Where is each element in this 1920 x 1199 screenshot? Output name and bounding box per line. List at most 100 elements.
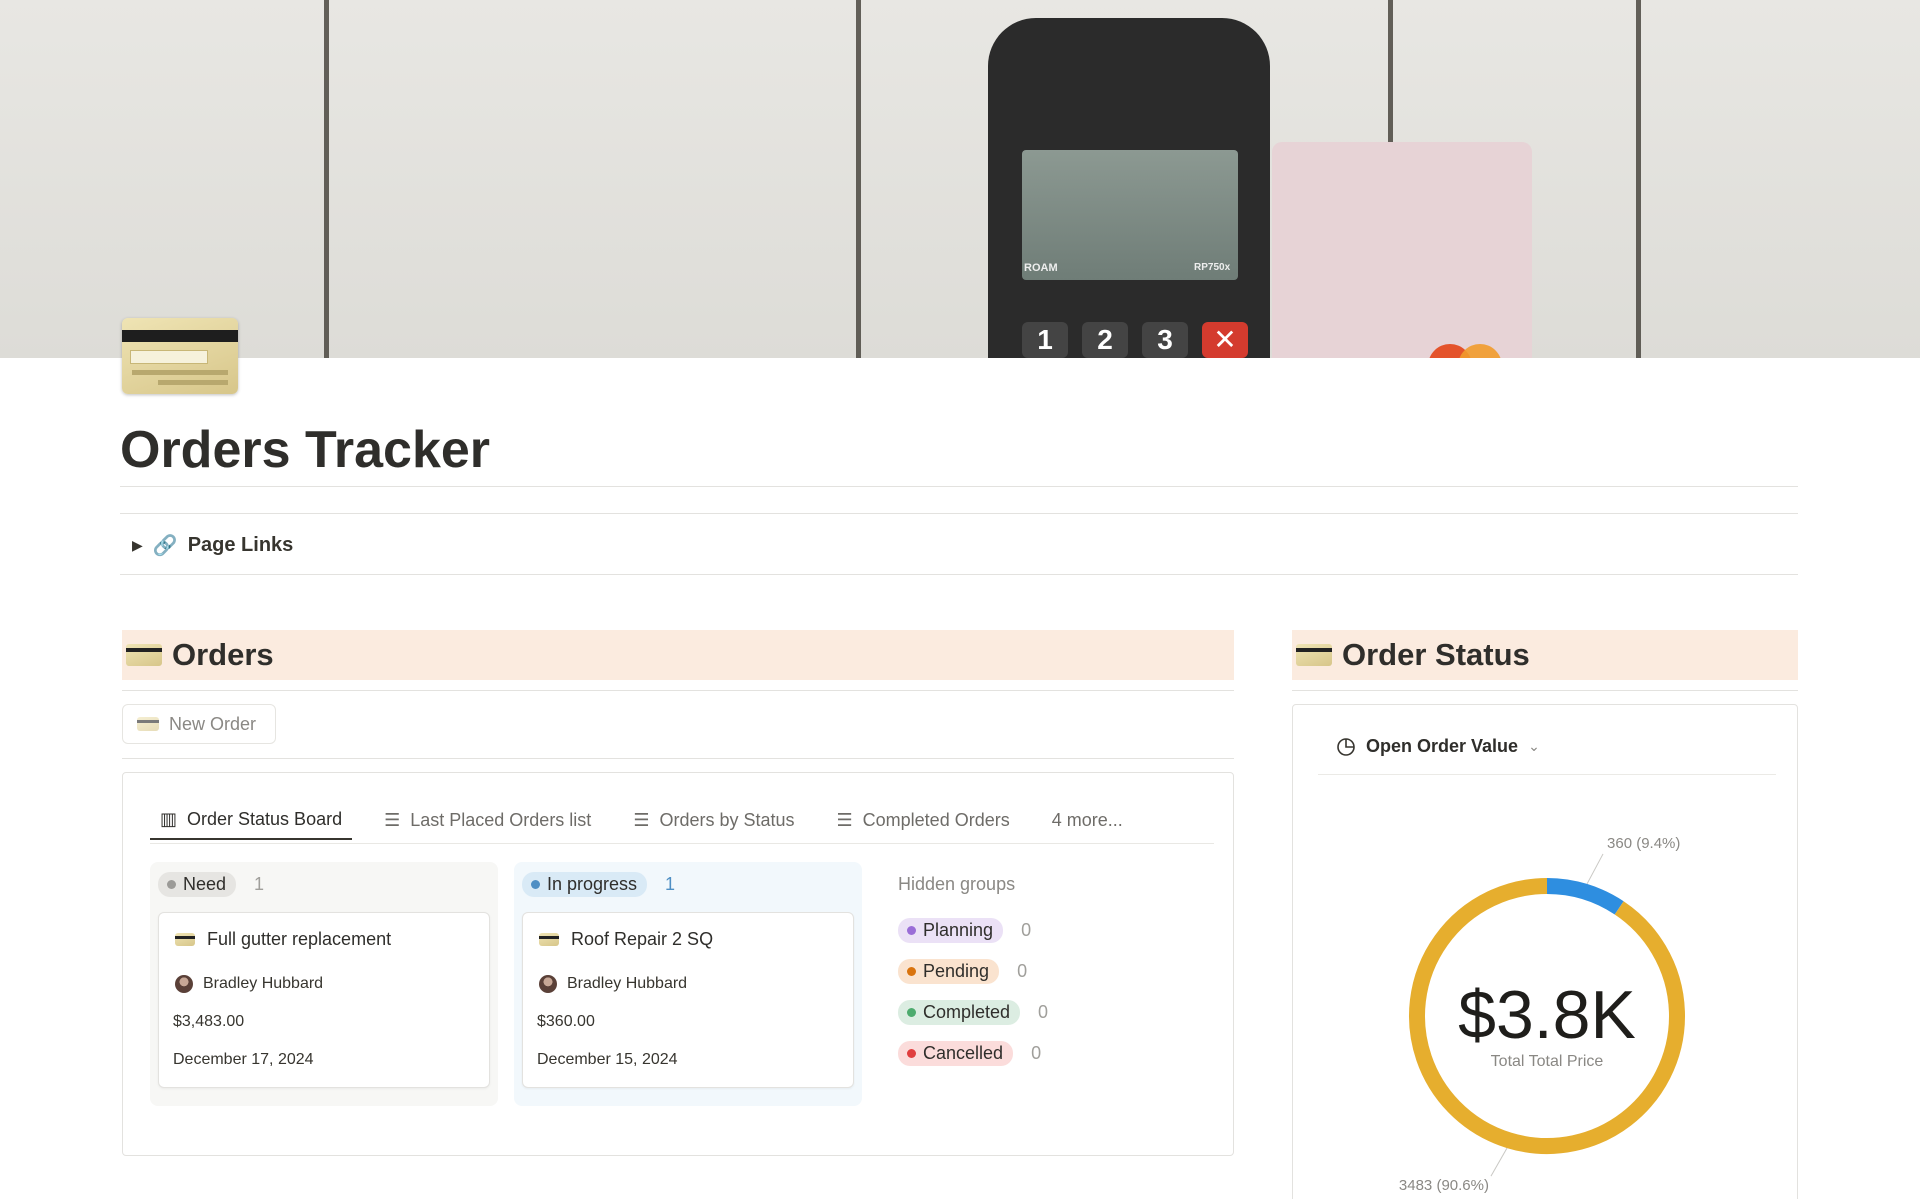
status-pill-need[interactable]: Need [158,872,237,897]
chart-view-selector[interactable]: Open Order Value ⌄ [1336,736,1540,757]
divider [120,513,1798,514]
tab-label: Orders by Status [659,809,795,830]
page-links-label: Page Links [187,533,294,556]
divider [1292,690,1798,691]
list-icon: ☰ [633,809,650,830]
credit-card-icon [126,644,162,666]
column-count: 1 [665,874,676,894]
hidden-group-planning[interactable]: Planning 0 [898,918,1031,943]
list-icon: ☰ [384,809,401,830]
donut-slice-label: 360 (9.4%) [1607,835,1680,852]
group-count: 0 [1017,961,1028,981]
donut-center-value: $3.8K [1458,977,1636,1053]
status-label: Completed [923,1002,1011,1022]
order-price: $360.00 [537,1013,595,1030]
notion-page: ROAM RP750x 1 2 3 ✕ Orders Tracker ▶ 🔗 P… [0,0,1920,1199]
terminal-brand-label: ROAM [1024,262,1058,274]
board-icon: ▥ [160,808,178,829]
hidden-groups-label: Hidden groups [898,874,1016,894]
credit-card-icon [1296,644,1332,666]
status-dot [907,967,916,976]
order-card[interactable]: Full gutter replacement Bradley Hubbard … [158,912,490,1088]
credit-card-icon [539,933,559,946]
hidden-group-pending[interactable]: Pending 0 [898,959,1027,984]
page-title[interactable]: Orders Tracker [120,420,490,480]
donut-slice-in-progress[interactable] [1546,878,1624,915]
chart-view-label: Open Order Value [1366,736,1519,756]
order-status-heading: Order Status [1292,630,1798,680]
pink-card-graphic [1272,142,1532,358]
terminal-key: 2 [1082,322,1128,358]
order-card[interactable]: Roof Repair 2 SQ Bradley Hubbard $360.00… [522,912,854,1088]
tab-label: Completed Orders [862,809,1010,830]
terminal-key: 1 [1022,322,1068,358]
order-title: Roof Repair 2 SQ [571,929,714,949]
tab-completed-orders[interactable]: ☰ Completed Orders [827,800,1020,840]
hidden-group-cancelled[interactable]: Cancelled 0 [898,1041,1041,1066]
new-order-button[interactable]: New Order [122,704,276,744]
list-icon: ☰ [836,809,853,830]
terminal-model-label: RP750x [1194,262,1231,273]
status-dot [531,880,540,889]
tab-label: Order Status Board [187,808,343,829]
credit-card-icon [137,717,159,731]
order-person: Bradley Hubbard [567,975,688,992]
terminal-cancel-key: ✕ [1202,322,1248,358]
tabs-divider [150,843,1214,844]
status-label: Need [183,874,227,894]
donut-center-caption: Total Total Price [1491,1053,1604,1070]
group-count: 0 [1038,1002,1049,1022]
status-pill-completed[interactable]: Completed [898,1000,1021,1025]
status-dot [907,1008,916,1017]
order-price: $3,483.00 [173,1013,245,1030]
tab-orders-by-status[interactable]: ☰ Orders by Status [623,800,804,840]
status-label: Planning [923,920,994,940]
donut-slice-label: 3483 (90.6%) [1399,1177,1489,1194]
status-pill-cancelled[interactable]: Cancelled [898,1041,1014,1066]
order-title: Full gutter replacement [207,929,392,949]
divider [122,690,1234,691]
tab-label: Last Placed Orders list [410,809,592,830]
terminal-key: 3 [1142,322,1188,358]
hidden-group-completed[interactable]: Completed 0 [898,1000,1048,1025]
orders-heading-text: Orders [172,637,274,672]
chevron-down-icon: ⌄ [1528,738,1540,754]
avatar [539,975,557,993]
tab-label: 4 more... [1051,809,1123,830]
tab-more-views[interactable]: 4 more... [1042,800,1133,840]
cover-image: ROAM RP750x 1 2 3 ✕ [0,0,1920,358]
payment-terminal-graphic: ROAM RP750x 1 2 3 ✕ [988,18,1270,358]
order-person: Bradley Hubbard [203,975,324,992]
label-leader-line [1586,853,1604,885]
tab-last-placed-orders-list[interactable]: ☰ Last Placed Orders list [374,800,601,840]
group-count: 0 [1031,1043,1042,1063]
page-links-toggle[interactable]: ▶ 🔗 Page Links [132,530,293,560]
order-date: December 15, 2024 [537,1051,678,1068]
page-icon-credit-card[interactable] [122,318,238,394]
order-date: December 17, 2024 [173,1051,314,1068]
status-dot [907,1049,916,1058]
orders-heading: Orders [122,630,1234,680]
divider [1318,774,1776,775]
status-pill-planning[interactable]: Planning [898,918,1004,943]
avatar [175,975,193,993]
status-dot [167,880,176,889]
tab-order-status-board[interactable]: ▥ Order Status Board [150,800,353,840]
order-status-heading-text: Order Status [1342,637,1530,672]
new-order-label: New Order [169,713,257,734]
status-label: Pending [923,961,990,981]
status-pill-pending[interactable]: Pending [898,959,1000,984]
divider [120,486,1798,487]
divider [122,758,1234,759]
board-column-need: Need 1 Full gutter replacement Bradley H… [150,862,498,1106]
divider [120,574,1798,575]
pie-chart-icon [1337,737,1355,756]
status-label: In progress [547,874,638,894]
status-label: Cancelled [923,1043,1004,1063]
status-dot [907,926,916,935]
toggle-triangle-icon[interactable]: ▶ [132,537,143,554]
group-count: 0 [1021,920,1032,940]
link-icon: 🔗 [152,534,178,557]
credit-card-icon [175,933,195,946]
status-pill-in-progress[interactable]: In progress [522,872,648,897]
